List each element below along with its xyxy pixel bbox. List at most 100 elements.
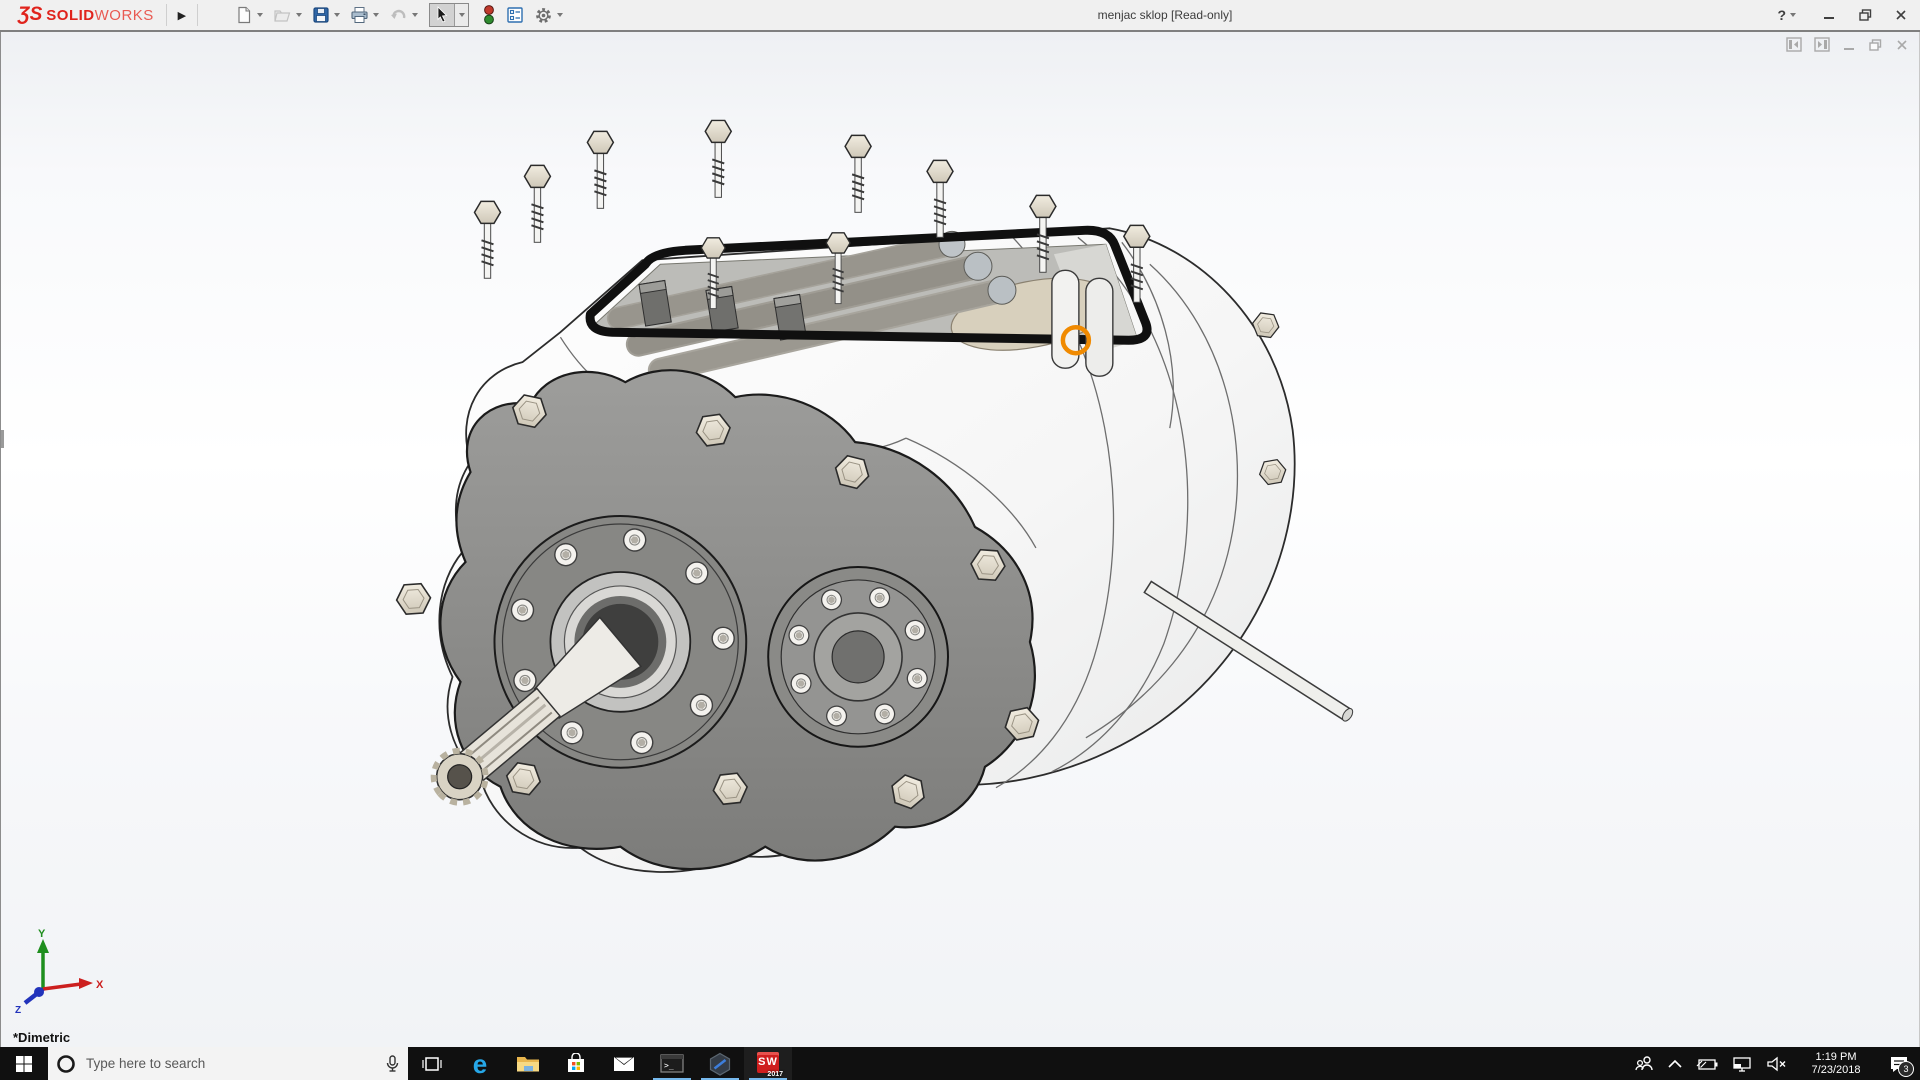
app-titlebar: ƷS SOLID WORKS ▶ (0, 0, 1920, 32)
stoplight-icon (482, 5, 496, 25)
help-button[interactable]: ? (1777, 7, 1796, 23)
options-list-icon (506, 6, 524, 24)
doc-close-icon[interactable] (1895, 38, 1909, 52)
graphics-area[interactable]: Y X Z *Dimetric (0, 32, 1920, 1047)
solidworks-logo[interactable]: ƷS SOLID WORKS (18, 4, 154, 26)
save-button[interactable] (309, 4, 343, 26)
dropdown-caret-icon[interactable] (459, 13, 465, 17)
restore-icon (1858, 8, 1873, 22)
clock-date: 7/23/2018 (1812, 1064, 1861, 1076)
window-controls: ? (1777, 0, 1912, 30)
start-button[interactable] (0, 1047, 48, 1080)
taskbar-search[interactable] (48, 1047, 408, 1080)
print-icon (350, 6, 369, 24)
dock-pane-right-icon[interactable] (1814, 37, 1830, 52)
cortana-circle-icon (56, 1054, 76, 1074)
print-button[interactable] (347, 4, 382, 26)
solidworks-2017-icon: SW 2017 (755, 1051, 781, 1077)
rebuild-stoplight-button[interactable] (479, 3, 499, 27)
mail-icon (612, 1055, 636, 1073)
clock-time: 1:19 PM (1816, 1051, 1857, 1063)
dropdown-caret-icon[interactable] (1790, 13, 1796, 17)
select-cursor-icon (434, 6, 450, 24)
select-tool-button[interactable] (429, 3, 469, 27)
tray-expand-icon (1667, 1059, 1683, 1069)
close-icon (1894, 8, 1908, 22)
hexagon-app-button[interactable] (696, 1047, 744, 1080)
undo-icon (389, 6, 408, 24)
minimize-icon (1822, 8, 1836, 22)
task-view-button[interactable] (408, 1047, 456, 1080)
settings-button[interactable] (531, 4, 566, 27)
x-axis-arrow-icon (79, 978, 93, 989)
hexagon-app-icon (708, 1052, 732, 1076)
store-button[interactable] (552, 1047, 600, 1080)
document-title: menjac sklop [Read-only] (1040, 8, 1290, 22)
desktop: ƷS SOLID WORKS ▶ (0, 0, 1920, 1080)
notification-badge: 3 (1898, 1061, 1914, 1077)
dropdown-caret-icon[interactable] (412, 13, 418, 17)
task-view-icon (421, 1054, 443, 1074)
y-axis-label: Y (38, 928, 46, 940)
microphone-icon[interactable] (385, 1054, 400, 1074)
dropdown-caret-icon[interactable] (257, 13, 263, 17)
minimize-button[interactable] (1818, 5, 1840, 25)
dropdown-caret-icon[interactable] (373, 13, 379, 17)
gearbox-3d-model[interactable] (1, 32, 1919, 1047)
bearing-cover-right[interactable] (768, 567, 948, 747)
people-button[interactable] (1634, 1055, 1654, 1073)
edge-button[interactable]: e (456, 1047, 504, 1080)
command-prompt-button[interactable]: >_ (648, 1047, 696, 1080)
open-button[interactable] (270, 4, 305, 26)
settings-gear-icon (534, 6, 553, 25)
start-icon (15, 1055, 33, 1073)
taskbar-clock[interactable]: 1:19 PM 7/23/2018 (1801, 1051, 1871, 1077)
open-icon (273, 6, 292, 24)
action-center-button[interactable]: 3 (1884, 1047, 1914, 1080)
network-display-icon (1731, 1056, 1753, 1072)
edge-icon: e (473, 1052, 487, 1076)
network-display-button[interactable] (1731, 1056, 1753, 1072)
battery-button[interactable] (1696, 1057, 1718, 1071)
doc-restore-icon[interactable] (1868, 38, 1883, 52)
dropdown-caret-icon[interactable] (557, 13, 563, 17)
quick-access-toolbar (232, 3, 566, 27)
volume-muted-icon (1766, 1056, 1788, 1072)
volume-muted-button[interactable] (1766, 1056, 1788, 1072)
new-document-button[interactable] (232, 4, 266, 26)
file-explorer-icon (516, 1054, 540, 1074)
command-prompt-icon: >_ (660, 1054, 684, 1073)
solidworks-taskbar-button[interactable]: SW 2017 (744, 1047, 792, 1080)
y-axis-arrow-icon (37, 939, 49, 953)
document-window-controls (1786, 37, 1909, 52)
mail-button[interactable] (600, 1047, 648, 1080)
people-icon (1634, 1055, 1654, 1073)
dropdown-caret-icon[interactable] (334, 13, 340, 17)
options-list-button[interactable] (503, 4, 527, 26)
x-axis-label: X (96, 979, 104, 991)
save-icon (312, 6, 330, 24)
expand-arrow-icon: ▶ (178, 9, 186, 22)
tray-expand-button[interactable] (1667, 1059, 1683, 1069)
undo-button[interactable] (386, 4, 421, 26)
coordinate-triad: Y X Z (7, 927, 107, 1015)
close-button[interactable] (1890, 5, 1912, 25)
restore-button[interactable] (1854, 5, 1876, 25)
search-input[interactable] (84, 1055, 377, 1072)
new-document-icon (235, 6, 253, 24)
svg-text:>_: >_ (664, 1061, 674, 1070)
menu-expand-button[interactable]: ▶ (166, 4, 198, 26)
dropdown-caret-icon[interactable] (296, 13, 302, 17)
doc-minimize-icon[interactable] (1842, 38, 1856, 52)
solidworks-logo-glyph: ƷS (18, 4, 42, 26)
z-axis-label: Z (15, 1005, 21, 1015)
z-axis-ball-icon (34, 987, 44, 997)
dock-pane-left-icon[interactable] (1786, 37, 1802, 52)
panel-splitter-handle[interactable] (1, 430, 4, 448)
store-icon (565, 1053, 587, 1075)
system-tray: 1:19 PM 7/23/2018 3 (1634, 1047, 1920, 1080)
battery-icon (1696, 1057, 1718, 1071)
windows-taskbar: e (0, 1047, 1920, 1080)
view-orientation-label: *Dimetric (13, 1030, 70, 1045)
file-explorer-button[interactable] (504, 1047, 552, 1080)
